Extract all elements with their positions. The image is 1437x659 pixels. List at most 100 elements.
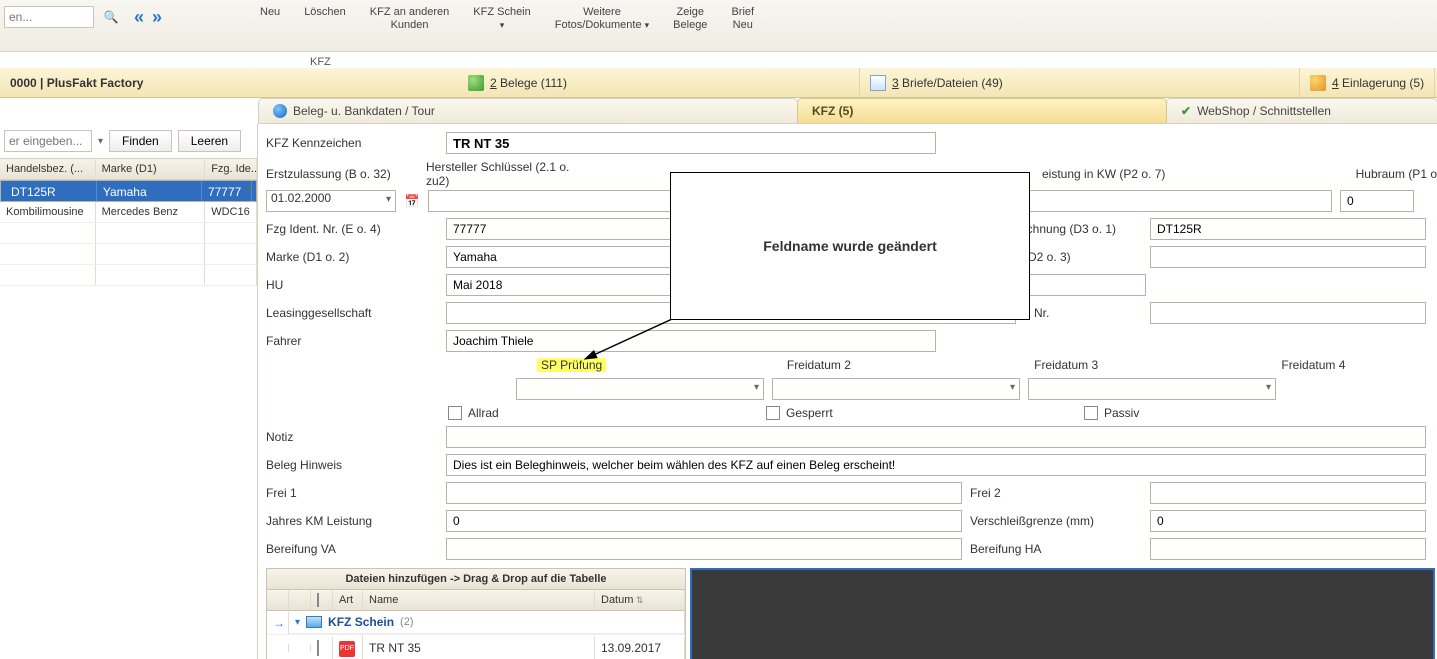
- tab-einlagerung[interactable]: 4 Einlagerung (5): [1300, 68, 1435, 97]
- hubraum-label: Hubraum (P1 o: [1180, 167, 1437, 181]
- docs-icon: [468, 75, 484, 91]
- tab-briefe[interactable]: 3 Briefe/Dateien (49): [860, 68, 1300, 97]
- tab-kfz[interactable]: KFZ (5): [797, 98, 1167, 123]
- grid-header: Handelsbez. (... Marke (D1) Fzg. Ide...: [0, 159, 257, 180]
- cell: 77777: [202, 181, 252, 201]
- tab-einlager-key: 4: [1332, 76, 1339, 90]
- col-datum[interactable]: Datum ⇅: [595, 590, 685, 610]
- ribbon-zeige-belege[interactable]: Zeige Belege: [673, 6, 707, 32]
- trnr-input[interactable]: [1150, 302, 1426, 324]
- grid-row[interactable]: Kombilimousine Mercedes Benz WDC16: [0, 202, 257, 223]
- attachments-row[interactable]: PDF TR NT 35 13.09.2017: [267, 635, 685, 659]
- grid-row[interactable]: DT125R Yamaha 77777: [0, 180, 257, 202]
- leistung-input[interactable]: [1024, 190, 1332, 212]
- passiv-checkbox[interactable]: Passiv: [1084, 406, 1139, 420]
- tab-bankdaten[interactable]: Beleg- u. Bankdaten / Tour: [258, 98, 798, 123]
- sp-pruefung-label: SP Prüfung: [537, 358, 606, 372]
- ribbon-brief-neu[interactable]: Brief Neu: [731, 6, 754, 32]
- tab-owner[interactable]: 0000 | PlusFakt Factory: [0, 68, 458, 97]
- preview-pane: [690, 568, 1435, 659]
- notiz-input[interactable]: [446, 426, 1426, 448]
- tab-webshop-label: WebShop / Schnittstellen: [1197, 104, 1331, 118]
- nav-next-icon[interactable]: »: [152, 7, 162, 28]
- ribbon-neu[interactable]: Neu: [260, 6, 280, 32]
- tab-bankdaten-label: Beleg- u. Bankdaten / Tour: [293, 104, 435, 118]
- frei1-input[interactable]: [446, 482, 962, 504]
- fzgident-label: Fzg Ident. Nr. (E o. 4): [266, 222, 438, 236]
- verschleiss-label: Verschleißgrenze (mm): [970, 514, 1142, 528]
- attachments-row-pointer: → ▾ KFZ Schein (2): [267, 611, 685, 635]
- notiz-label: Notiz: [266, 430, 438, 444]
- frei1-label: Frei 1: [266, 486, 438, 500]
- verschleiss-input[interactable]: [1150, 510, 1426, 532]
- freidatum3-label: Freidatum 3: [943, 358, 1190, 372]
- tab-briefe-label: Briefe/Dateien (49): [899, 76, 1003, 90]
- frei2-input[interactable]: [1150, 482, 1426, 504]
- search-icon[interactable]: 🔍: [100, 6, 122, 28]
- ribbon-kfz-kunden[interactable]: KFZ an anderen Kunden: [370, 6, 450, 32]
- col-marke[interactable]: Marke (D1): [96, 159, 206, 179]
- col-handelsbez[interactable]: Handelsbez. (...: [0, 159, 96, 179]
- attachments-header: Art Name Datum ⇅: [267, 590, 685, 611]
- check-icon: ✔: [1181, 104, 1191, 118]
- tab-kfz-label: KFZ (5): [812, 104, 853, 118]
- d2-label: (D2 o. 3): [1024, 250, 1142, 264]
- ribbon-toolbar: 🔍 « » Neu Löschen KFZ an anderen Kunden …: [0, 0, 1437, 52]
- attachments-title: Dateien hinzufügen -> Drag & Drop auf di…: [267, 569, 685, 590]
- col-fzgid[interactable]: Fzg. Ide...: [205, 159, 257, 179]
- grid-empty-row: [0, 223, 257, 244]
- left-pane: ▾ Finden Leeren Handelsbez. (... Marke (…: [0, 124, 258, 659]
- allrad-checkbox[interactable]: Allrad: [448, 406, 766, 420]
- toolbar-left: 🔍 « »: [0, 6, 210, 28]
- ribbon-fotos[interactable]: Weitere Fotos/Dokumente ▾: [555, 6, 649, 32]
- attachments-grid: Dateien hinzufügen -> Drag & Drop auf di…: [266, 568, 686, 659]
- tab-belege[interactable]: 2 Belege (111): [458, 68, 860, 97]
- d2-input[interactable]: [1150, 246, 1426, 268]
- jahreskm-input[interactable]: [446, 510, 962, 532]
- gesperrt-checkbox[interactable]: Gesperrt: [766, 406, 1084, 420]
- kfz-kennzeichen-input[interactable]: [446, 132, 936, 154]
- beleghinweis-input[interactable]: [446, 454, 1426, 476]
- freidatum2-input[interactable]: [772, 378, 1020, 400]
- nav-prev-icon[interactable]: «: [134, 7, 144, 28]
- erstzulassung-input[interactable]: 01.02.2000: [266, 190, 396, 212]
- select-all-checkbox[interactable]: [317, 593, 319, 607]
- sp-pruefung-input[interactable]: [516, 378, 764, 400]
- ribbon-kfz-schein[interactable]: KFZ Schein▾: [473, 6, 530, 32]
- bezeichnung-input[interactable]: [1150, 218, 1426, 240]
- bereifung-ha-input[interactable]: [1150, 538, 1426, 560]
- attachments-group[interactable]: ▾ KFZ Schein (2): [289, 611, 684, 634]
- tab-belege-key: 2: [490, 76, 497, 90]
- allrad-label: Allrad: [468, 406, 499, 420]
- col-art[interactable]: Art: [333, 590, 363, 610]
- col-name[interactable]: Name: [363, 590, 595, 610]
- leistung-label: eistung in KW (P2 o. 7): [1042, 167, 1172, 181]
- tab-webshop[interactable]: ✔ WebShop / Schnittstellen: [1166, 98, 1437, 123]
- marke-label: Marke (D1 o. 2): [266, 250, 438, 264]
- cell: DT125R: [5, 181, 97, 201]
- clear-button[interactable]: Leeren: [178, 130, 241, 152]
- jahreskm-label: Jahres KM Leistung: [266, 514, 438, 528]
- ribbon-items: Neu Löschen KFZ an anderen Kunden KFZ Sc…: [210, 6, 754, 32]
- vehicle-grid: Handelsbez. (... Marke (D1) Fzg. Ide... …: [0, 158, 257, 286]
- hubraum-input[interactable]: [1340, 190, 1414, 212]
- grid-empty-row: [0, 265, 257, 286]
- filter-dropdown-icon[interactable]: ▾: [98, 136, 103, 147]
- search-input[interactable]: [4, 6, 94, 28]
- cell: Yamaha: [97, 181, 202, 201]
- cell: WDC16: [205, 202, 257, 222]
- filter-input[interactable]: [4, 130, 92, 152]
- callout-text: Feldname wurde geändert: [763, 238, 936, 254]
- calendar-icon[interactable]: 📅: [404, 190, 420, 212]
- trnr-label: r. Nr.: [1024, 306, 1142, 320]
- freidatum3-input[interactable]: [1028, 378, 1276, 400]
- fahrer-input[interactable]: [446, 330, 936, 352]
- find-button[interactable]: Finden: [109, 130, 172, 152]
- sort-icon: ⇅: [633, 595, 643, 605]
- ribbon-loeschen[interactable]: Löschen: [304, 6, 346, 32]
- row-checkbox[interactable]: [317, 640, 319, 656]
- tab-einlager-label: Einlagerung (5): [1339, 76, 1424, 90]
- bereifung-va-input[interactable]: [446, 538, 962, 560]
- group-count: (2): [400, 616, 413, 628]
- frei2-label: Frei 2: [970, 486, 1142, 500]
